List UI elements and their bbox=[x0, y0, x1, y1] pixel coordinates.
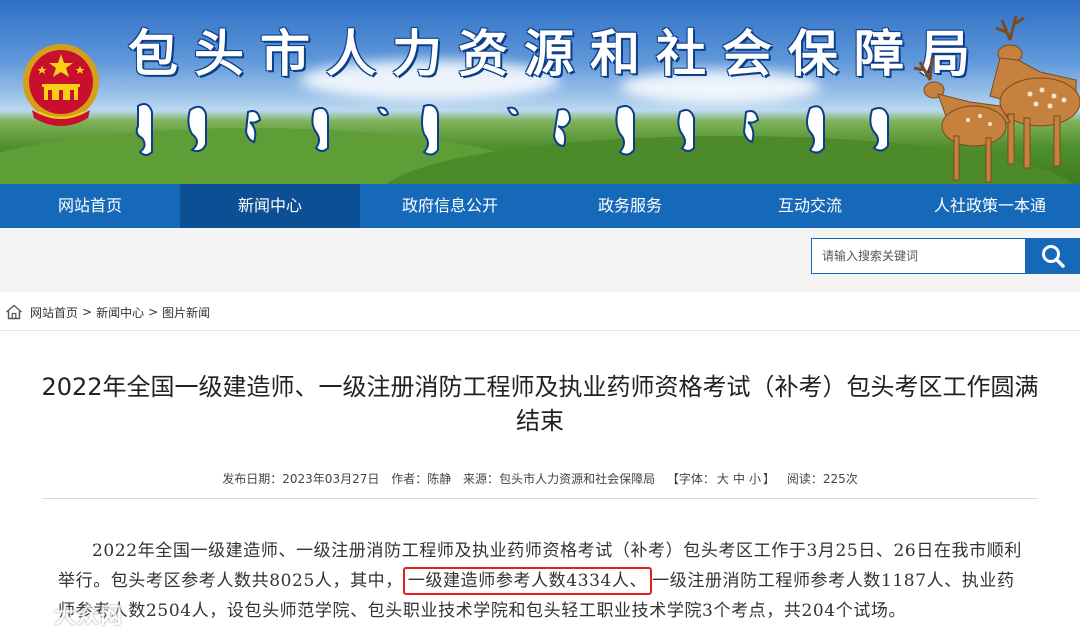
search-input[interactable] bbox=[811, 238, 1025, 274]
search-bar bbox=[0, 228, 1080, 292]
deer-illustration-icon bbox=[913, 15, 1080, 183]
meta-source-value: 包头市人力资源和社会保障局 bbox=[499, 472, 656, 486]
article-meta: 发布日期：2023年03月27日 作者：陈静 来源：包头市人力资源和社会保障局 … bbox=[42, 470, 1038, 487]
meta-font-label: 【字体： bbox=[666, 472, 715, 486]
breadcrumb-separator: > bbox=[82, 305, 93, 319]
font-size-small-button[interactable]: 小 bbox=[749, 472, 761, 486]
breadcrumb-photo-news-link[interactable]: 图片新闻 bbox=[162, 304, 210, 321]
nav-item-gov-service[interactable]: 政务服务 bbox=[540, 184, 720, 228]
meta-source-label: 来源： bbox=[463, 472, 500, 486]
meta-divider bbox=[42, 498, 1038, 499]
meta-font-size: 【字体：大中小】 bbox=[667, 472, 775, 486]
highlighted-text: 一级建造师参考人数4334人、 bbox=[402, 567, 653, 595]
main-nav: 网站首页 新闻中心 政府信息公开 政务服务 互动交流 人社政策一本通 bbox=[0, 184, 1080, 228]
meta-views-label: 阅读： bbox=[786, 472, 823, 486]
meta-author-value: 陈静 bbox=[427, 472, 452, 486]
search-button[interactable] bbox=[1025, 238, 1080, 274]
breadcrumb-home-link[interactable]: 网站首页 bbox=[30, 304, 78, 321]
nav-item-policy-guide[interactable]: 人社政策一本通 bbox=[900, 184, 1080, 228]
meta-font-close: 】 bbox=[762, 472, 775, 486]
meta-views-value: 225次 bbox=[822, 472, 858, 486]
meta-date: 发布日期：2023年03月27日 bbox=[222, 472, 379, 486]
weibo-logo-icon bbox=[7, 603, 49, 627]
breadcrumb: 网站首页 > 新闻中心 > 图片新闻 bbox=[0, 294, 1080, 331]
article-title: 2022年全国一级建造师、一级注册消防工程师及执业药师资格考试（补考）包头考区工… bbox=[41, 373, 1039, 435]
search-icon bbox=[1041, 245, 1065, 268]
watermark: 大众网 bbox=[6, 598, 123, 630]
font-size-large-button[interactable]: 大 bbox=[717, 472, 729, 486]
nav-item-home[interactable]: 网站首页 bbox=[0, 184, 180, 228]
meta-author: 作者：陈静 bbox=[391, 472, 451, 486]
article-body: 2022年全国一级建造师、一级注册消防工程师及执业药师资格考试（补考）包头考区工… bbox=[58, 536, 1030, 626]
watermark-text: 大众网 bbox=[54, 604, 124, 629]
meta-date-value: 2023年03月27日 bbox=[282, 472, 380, 486]
font-size-medium-button[interactable]: 中 bbox=[733, 472, 745, 486]
meta-views: 阅读：225次 bbox=[787, 472, 858, 486]
nav-item-interaction[interactable]: 互动交流 bbox=[720, 184, 900, 228]
national-emblem-icon bbox=[23, 44, 99, 126]
nav-item-gov-info[interactable]: 政府信息公开 bbox=[360, 184, 540, 228]
site-title: 包头市人力资源和社会保障局 bbox=[128, 24, 986, 83]
meta-author-label: 作者： bbox=[391, 472, 428, 486]
meta-source: 来源：包头市人力资源和社会保障局 bbox=[463, 472, 655, 486]
home-icon bbox=[4, 303, 24, 321]
meta-date-label: 发布日期： bbox=[222, 472, 283, 486]
breadcrumb-news-center-link[interactable]: 新闻中心 bbox=[96, 304, 144, 321]
mongolian-script-title bbox=[135, 103, 889, 156]
nav-item-news-center[interactable]: 新闻中心 bbox=[180, 184, 360, 228]
breadcrumb-separator: > bbox=[148, 305, 159, 319]
header-banner: 包头市人力资源和社会保障局 bbox=[0, 0, 1080, 184]
